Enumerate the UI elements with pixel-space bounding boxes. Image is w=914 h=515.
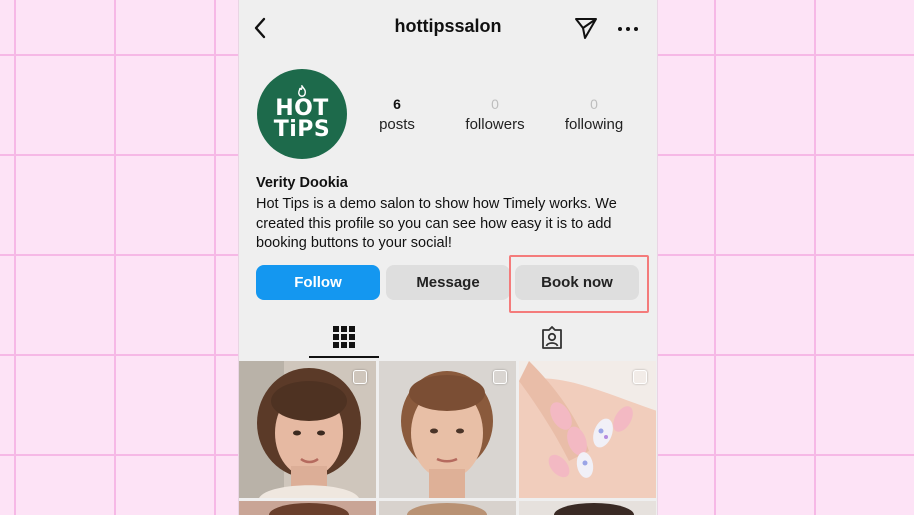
- profile-avatar[interactable]: HOT TiPS: [257, 69, 347, 159]
- profile-name: Verity Dookia: [256, 175, 348, 191]
- followers-count: 0: [491, 96, 499, 112]
- grid-icon: [333, 326, 355, 348]
- multi-select-icon: [353, 370, 367, 384]
- post-photo-partial: [239, 501, 376, 515]
- post-thumbnail[interactable]: [519, 501, 656, 515]
- logo-text-hot: HOT: [275, 95, 329, 121]
- posts-label: posts: [379, 116, 415, 133]
- post-thumbnail[interactable]: [519, 361, 656, 498]
- post-thumbnail[interactable]: [379, 361, 516, 498]
- post-photo-partial: [379, 501, 516, 515]
- post-thumbnail[interactable]: [239, 361, 376, 498]
- multi-select-icon: [633, 370, 647, 384]
- tab-posts-grid[interactable]: [309, 318, 379, 358]
- stat-posts[interactable]: 6 posts: [347, 96, 447, 133]
- follow-button[interactable]: Follow: [256, 265, 380, 300]
- multi-select-icon: [493, 370, 507, 384]
- more-horizontal-icon[interactable]: [615, 16, 641, 42]
- post-thumbnail[interactable]: [379, 501, 516, 515]
- stat-following[interactable]: 0 following: [544, 96, 644, 133]
- paper-plane-icon[interactable]: [573, 15, 599, 41]
- top-bar: hottipssalon: [239, 0, 657, 56]
- post-thumbnail[interactable]: [239, 501, 376, 515]
- tab-tagged[interactable]: [517, 318, 587, 358]
- tagged-icon: [542, 326, 562, 349]
- posts-count: 6: [393, 96, 401, 112]
- book-now-button[interactable]: Book now: [515, 265, 639, 300]
- message-button[interactable]: Message: [386, 265, 510, 300]
- following-count: 0: [590, 96, 598, 112]
- post-photo-partial: [519, 501, 656, 515]
- profile-bio: Hot Tips is a demo salon to show how Tim…: [256, 196, 617, 251]
- following-label: following: [564, 116, 624, 133]
- stat-followers[interactable]: 0 followers: [445, 96, 545, 133]
- instagram-profile-screen: hottipssalon HOT TiPS 6 posts 0 follower…: [239, 0, 657, 515]
- followers-label: followers: [465, 116, 525, 133]
- logo-text-tips: TiPS: [273, 116, 331, 142]
